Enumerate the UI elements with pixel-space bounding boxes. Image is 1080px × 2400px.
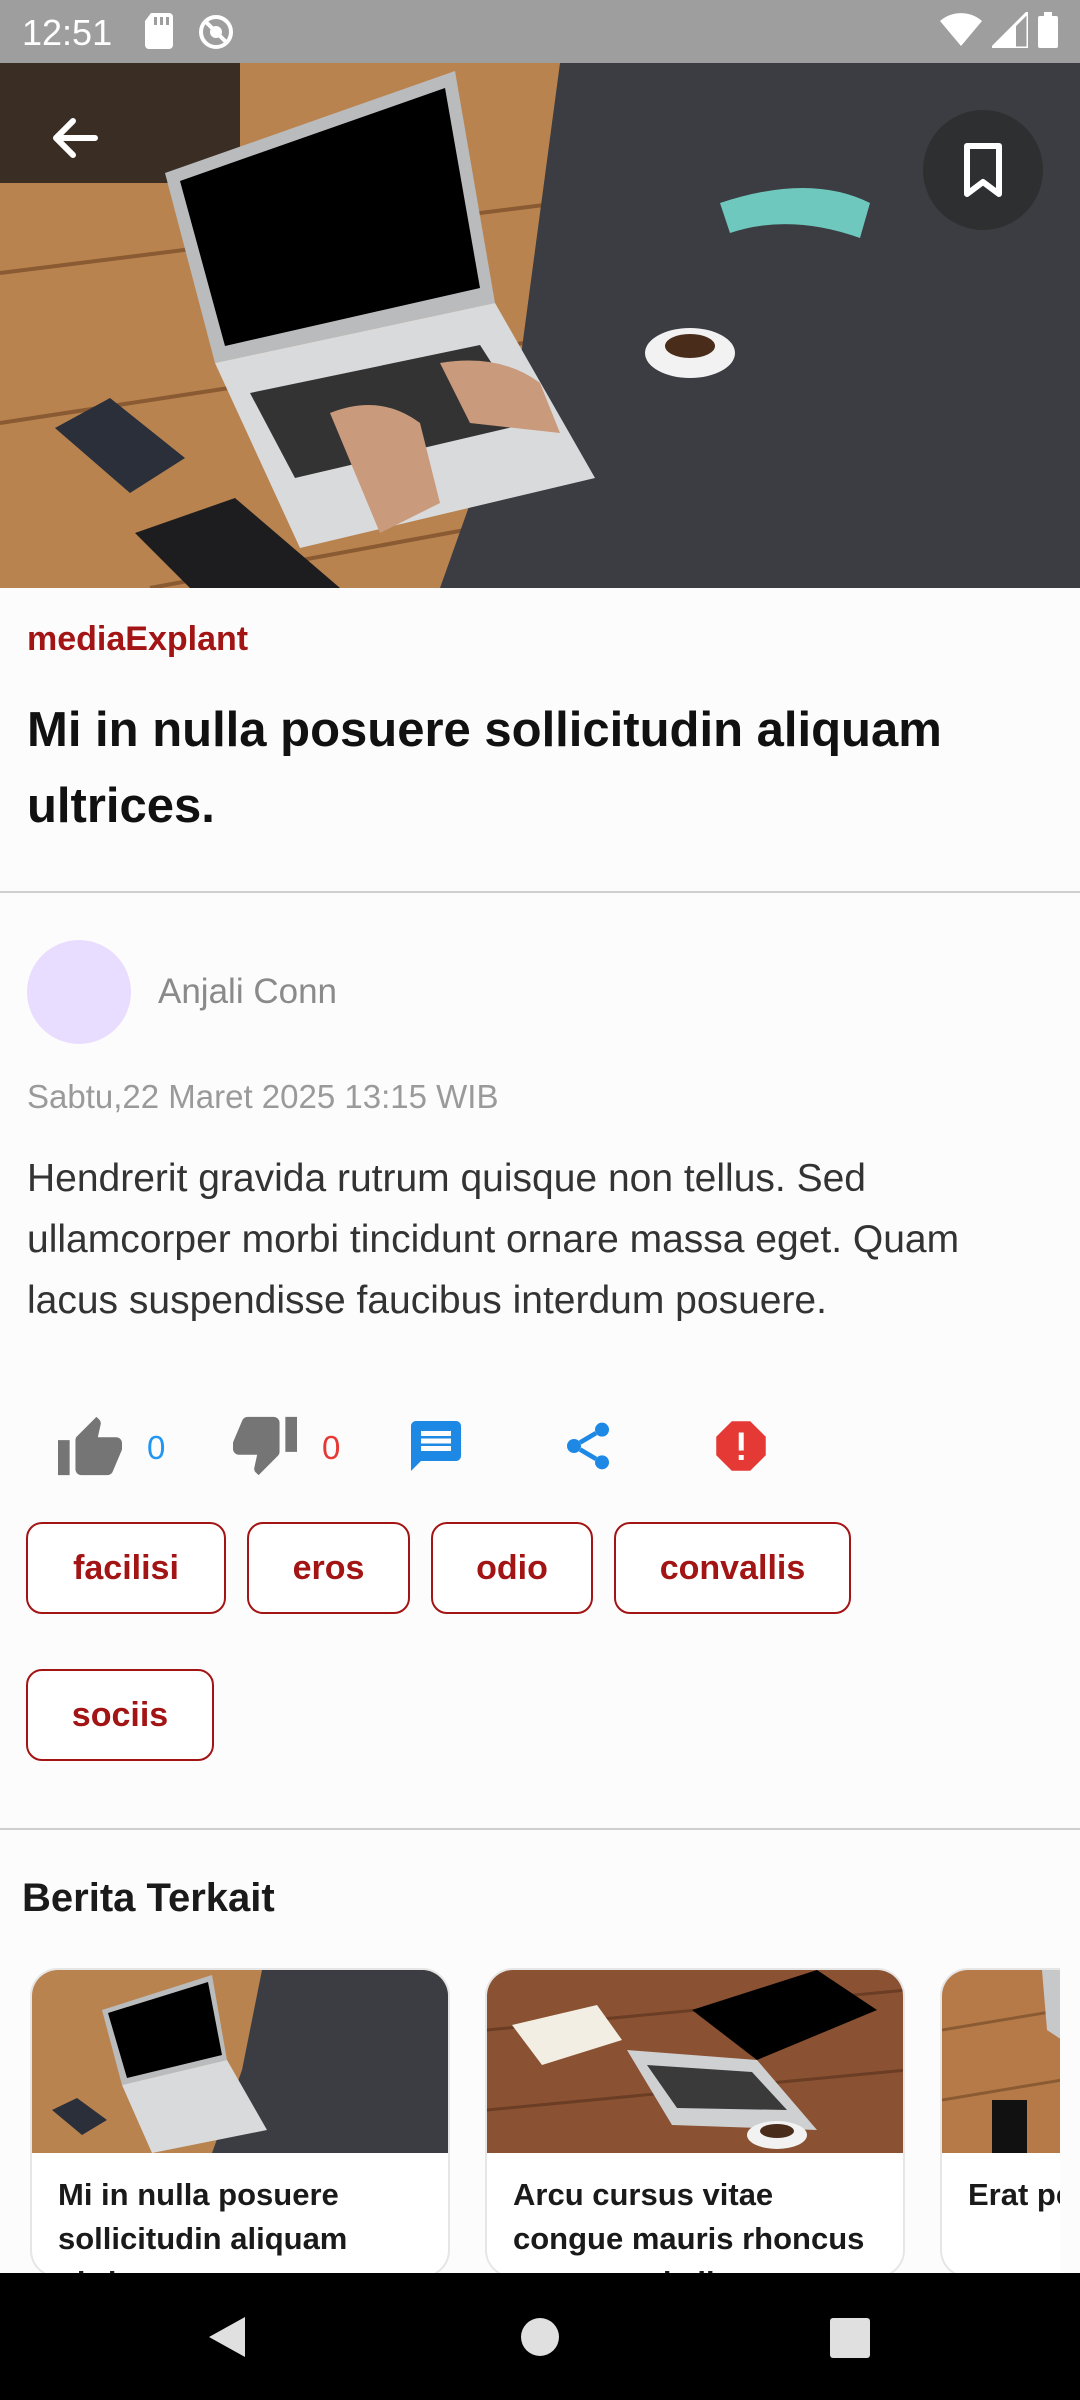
wifi-icon: [940, 12, 982, 53]
like-button[interactable]: 0: [55, 1408, 165, 1488]
share-button[interactable]: [560, 1408, 616, 1488]
bookmark-button[interactable]: [923, 110, 1043, 230]
tag-chip[interactable]: facilisi: [26, 1522, 226, 1614]
article-body: Hendrerit gravida rutrum quisque non tel…: [27, 1157, 960, 1322]
comment-button[interactable]: [406, 1408, 466, 1488]
like-count: 0: [147, 1429, 166, 1466]
tag-chip[interactable]: odio: [431, 1522, 593, 1614]
back-button[interactable]: [40, 103, 110, 173]
recents-nav-icon[interactable]: [830, 2318, 870, 2363]
bookmark-icon: [953, 140, 1013, 200]
author-name: Anjali Conn: [158, 972, 337, 1011]
signal-icon: [988, 8, 1030, 53]
divider: [0, 891, 1080, 893]
related-news-title: Berita Terkait: [22, 1876, 275, 1920]
related-card[interactable]: Erat pellentesque adipiscing commodo eli…: [940, 1968, 1060, 2278]
dislike-button[interactable]: 0: [230, 1408, 340, 1488]
article-headline: Mi in nulla posuere sollicitudin aliquam…: [27, 703, 942, 833]
report-button[interactable]: [714, 1408, 768, 1488]
status-time: 12:51: [22, 12, 113, 53]
related-card-image: [942, 1970, 1060, 2153]
avatar: [27, 940, 131, 1044]
related-card-title: Arcu cursus vitae congue mauris rhoncus …: [513, 2177, 865, 2276]
related-card-title: Erat pellentesque adipiscing commodo eli…: [968, 2177, 1060, 2212]
related-card-title: Mi in nulla posuere sollicitudin aliquam…: [58, 2177, 348, 2276]
divider: [0, 1828, 1080, 1830]
publish-date: Sabtu,22 Maret 2025 13:15 WIB: [27, 1078, 499, 1115]
comment-icon: [406, 1416, 466, 1481]
related-card[interactable]: Arcu cursus vitae congue mauris rhoncus …: [485, 1968, 905, 2278]
do-not-disturb-icon: [197, 13, 235, 56]
related-card[interactable]: Mi in nulla posuere sollicitudin aliquam…: [30, 1968, 450, 2278]
home-nav-icon[interactable]: [520, 2317, 560, 2362]
share-icon: [560, 1418, 616, 1479]
article-source: mediaExplant: [27, 620, 249, 658]
tag-chip[interactable]: sociis: [26, 1669, 214, 1761]
arrow-left-icon: [40, 103, 110, 173]
related-card-image: [32, 1970, 448, 2153]
navigation-bar: [0, 2273, 1080, 2400]
hero-image: [0, 63, 1080, 588]
tag-chip[interactable]: convallis: [614, 1522, 851, 1614]
back-nav-icon[interactable]: [205, 2315, 247, 2364]
related-card-image: [487, 1970, 903, 2153]
alert-icon: [714, 1419, 768, 1478]
thumb-down-icon: [230, 1414, 300, 1483]
dislike-count: 0: [322, 1429, 341, 1466]
sd-card-icon: [145, 13, 175, 56]
status-bar: 12:51: [0, 0, 1080, 63]
battery-icon: [1038, 12, 1058, 53]
action-bar: 0 0: [0, 1408, 1080, 1488]
tag-chip[interactable]: eros: [247, 1522, 410, 1614]
thumb-up-icon: [55, 1414, 125, 1483]
